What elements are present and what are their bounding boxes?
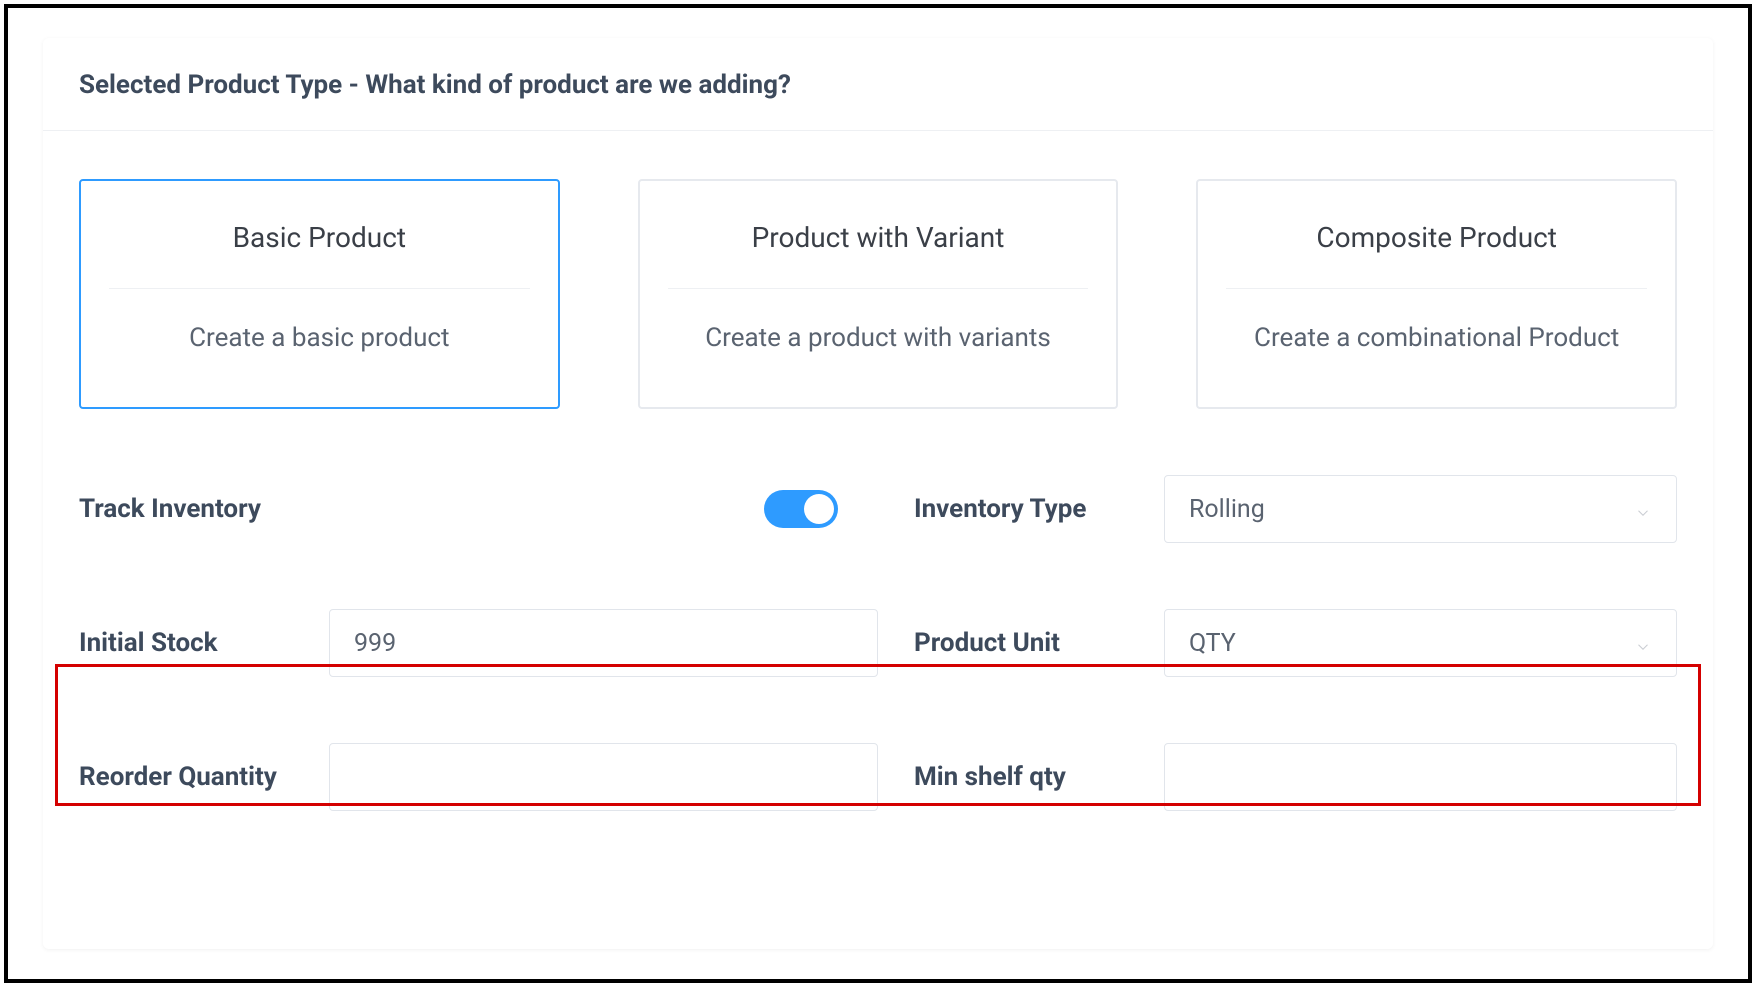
reorder-quantity-label: Reorder Quantity <box>79 762 329 792</box>
min-shelf-qty-label: Min shelf qty <box>914 762 1164 792</box>
chevron-down-icon <box>1634 500 1652 518</box>
product-unit-value: QTY <box>1189 629 1236 658</box>
track-inventory-label: Track Inventory <box>79 494 329 524</box>
row-track-inventory: Track Inventory Inventory Type Rolling <box>79 475 1677 543</box>
product-type-card-composite[interactable]: Composite Product Create a combinational… <box>1196 179 1677 409</box>
row-reorder: Reorder Quantity Min shelf qty <box>79 743 1677 811</box>
card-title: Composite Product <box>1226 221 1647 289</box>
panel-body: Basic Product Create a basic product Pro… <box>43 131 1713 851</box>
min-shelf-qty-input[interactable] <box>1164 743 1677 811</box>
product-type-card-variant[interactable]: Product with Variant Create a product wi… <box>638 179 1119 409</box>
chevron-down-icon <box>1634 634 1652 652</box>
panel-title: Selected Product Type - What kind of pro… <box>79 70 1677 100</box>
card-desc: Create a combinational Product <box>1220 323 1653 353</box>
card-title: Product with Variant <box>668 221 1089 289</box>
panel-header: Selected Product Type - What kind of pro… <box>43 38 1713 131</box>
product-unit-select[interactable]: QTY <box>1164 609 1677 677</box>
track-inventory-toggle[interactable] <box>764 490 838 528</box>
product-unit-label: Product Unit <box>914 628 1164 658</box>
product-type-card-basic[interactable]: Basic Product Create a basic product <box>79 179 560 409</box>
product-type-cards: Basic Product Create a basic product Pro… <box>79 179 1677 409</box>
card-title: Basic Product <box>109 221 530 289</box>
inventory-type-select[interactable]: Rolling <box>1164 475 1677 543</box>
initial-stock-input[interactable] <box>329 609 878 677</box>
inventory-type-label: Inventory Type <box>914 494 1164 524</box>
card-desc: Create a basic product <box>103 323 536 353</box>
reorder-quantity-input[interactable] <box>329 743 878 811</box>
row-initial-stock: Initial Stock Product Unit QTY <box>79 609 1677 677</box>
inventory-type-value: Rolling <box>1189 495 1265 524</box>
card-desc: Create a product with variants <box>662 323 1095 353</box>
toggle-knob <box>804 494 834 524</box>
initial-stock-label: Initial Stock <box>79 628 329 658</box>
product-type-panel: Selected Product Type - What kind of pro… <box>43 38 1713 949</box>
